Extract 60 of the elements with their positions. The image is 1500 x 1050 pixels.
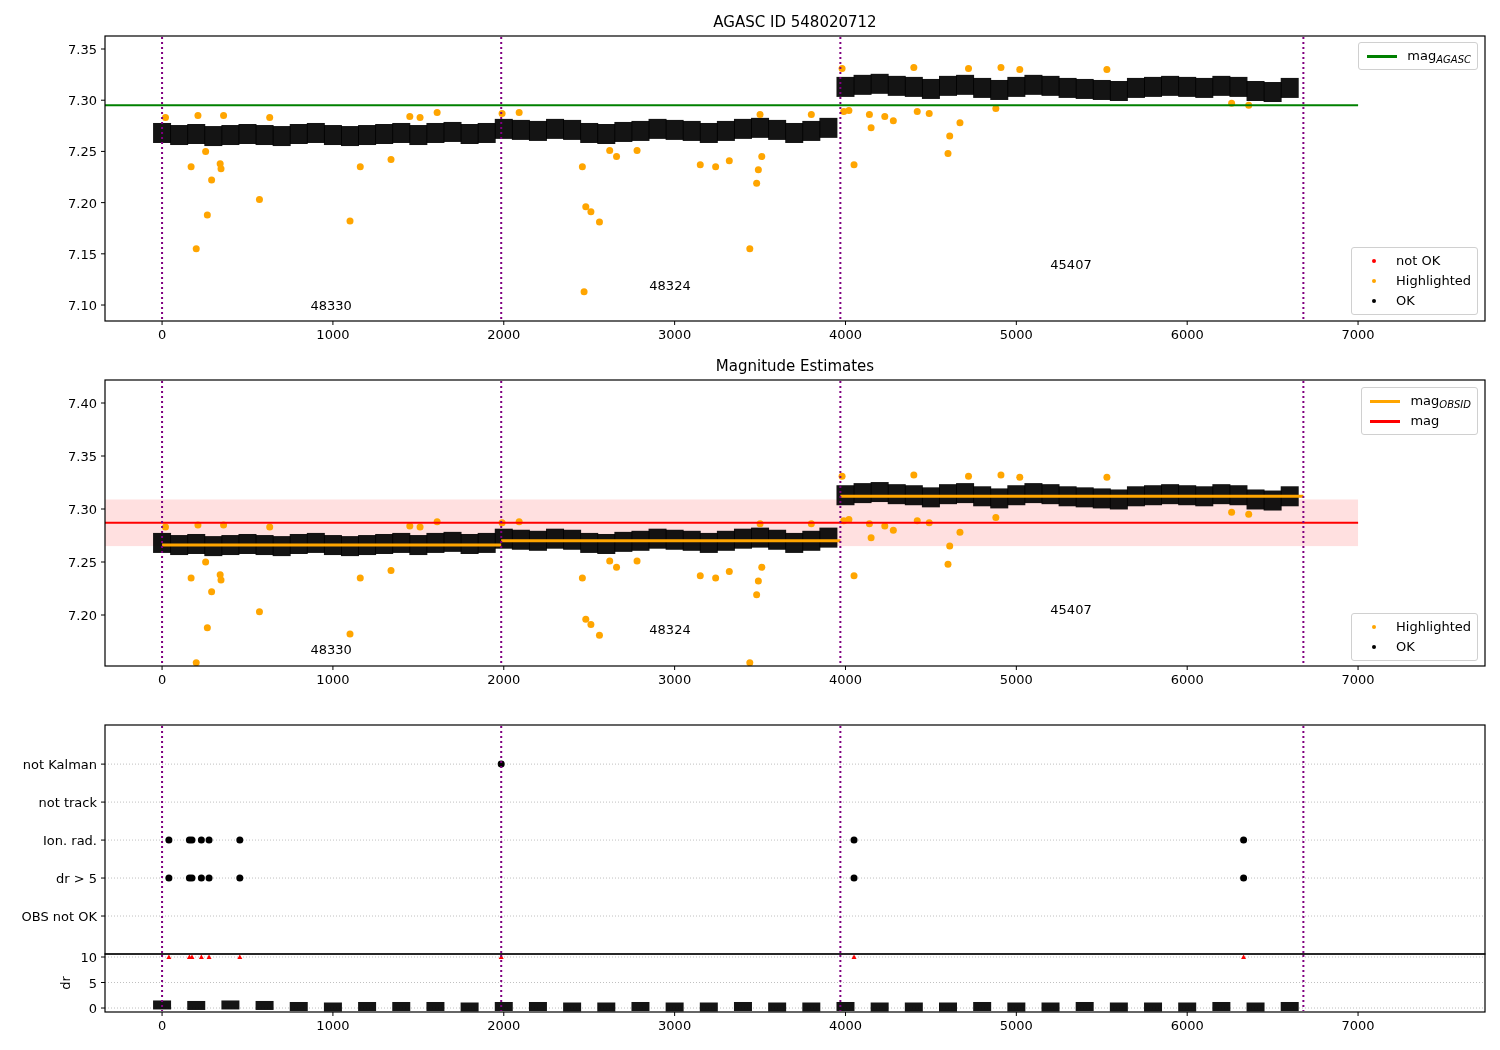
legend-label: mag$_{OBSID}$ (1410, 392, 1471, 411)
tick-label: 7.25 (68, 555, 97, 570)
tick-label: 5000 (999, 327, 1033, 342)
tick-label: not Kalman (22, 757, 97, 773)
tick-label: 3000 (658, 672, 692, 687)
tick-label: Ion. rad. (43, 833, 97, 849)
tick-label: 7.15 (68, 246, 97, 262)
tick-label: 7.20 (68, 195, 97, 211)
legend-label: OK (1396, 638, 1415, 656)
tick-label: 7.30 (68, 93, 97, 109)
tick-label: 7.10 (68, 298, 97, 313)
obsid-label: 48324 (649, 277, 691, 293)
legend-label: not OK (1396, 252, 1441, 270)
axis-label: dr (58, 976, 73, 990)
tick-label: 7.35 (68, 42, 97, 57)
obsid-label: 48330 (310, 298, 352, 314)
tick-label: 7000 (1341, 672, 1375, 687)
tick-label: 1000 (316, 672, 350, 687)
tick-label: not track (38, 795, 97, 811)
tick-label: 3000 (658, 327, 692, 342)
legend-label: OK (1396, 292, 1415, 310)
tick-label: 5000 (999, 672, 1033, 687)
tick-label: 7.25 (68, 144, 97, 160)
legend-label: Highlighted (1396, 272, 1471, 290)
tick-label: 6000 (1170, 327, 1204, 342)
tick-label: 6000 (1170, 1018, 1204, 1033)
chart-title: Magnitude Estimates (715, 357, 875, 375)
tick-label: 7.35 (68, 449, 97, 464)
tick-label: 7.40 (68, 396, 97, 411)
obsid-label: 45407 (1050, 257, 1092, 273)
tick-label: 2000 (487, 327, 521, 342)
obsid-label: 48324 (649, 622, 691, 638)
obsid-label: 45407 (1050, 601, 1092, 617)
legend-label: Highlighted (1396, 618, 1471, 636)
legend-label: mag (1410, 412, 1440, 430)
tick-label: 0 (157, 1018, 167, 1033)
obsid-label: 48330 (310, 642, 352, 658)
tick-label: 6000 (1170, 672, 1204, 687)
tick-label: 4000 (828, 672, 863, 687)
tick-label: 10 (80, 950, 97, 965)
tick-label: dr > 5 (55, 871, 97, 887)
tick-label: 7.20 (68, 608, 97, 623)
tick-label: 1000 (316, 1018, 350, 1033)
tick-label: 7.30 (68, 502, 97, 517)
tick-label: 2000 (487, 672, 521, 687)
tick-label: 5000 (999, 1018, 1033, 1033)
tick-label: 4000 (828, 327, 863, 342)
chart-title: AGASC ID 548020712 (713, 13, 877, 31)
tick-label: 7000 (1341, 327, 1375, 342)
tick-label: 4000 (828, 1018, 863, 1033)
tick-label: 0 (88, 1001, 97, 1016)
tick-label: 0 (157, 672, 167, 687)
tick-label: 7000 (1341, 1018, 1375, 1033)
tick-label: 3000 (658, 1018, 692, 1033)
tick-label: 5 (88, 975, 97, 991)
legend-label: mag$_{AGASC}$ (1407, 47, 1471, 66)
tick-label: 0 (157, 327, 167, 342)
tick-label: 2000 (487, 1018, 521, 1033)
tick-label: 1000 (316, 327, 350, 342)
tick-label: OBS not OK (21, 909, 97, 924)
